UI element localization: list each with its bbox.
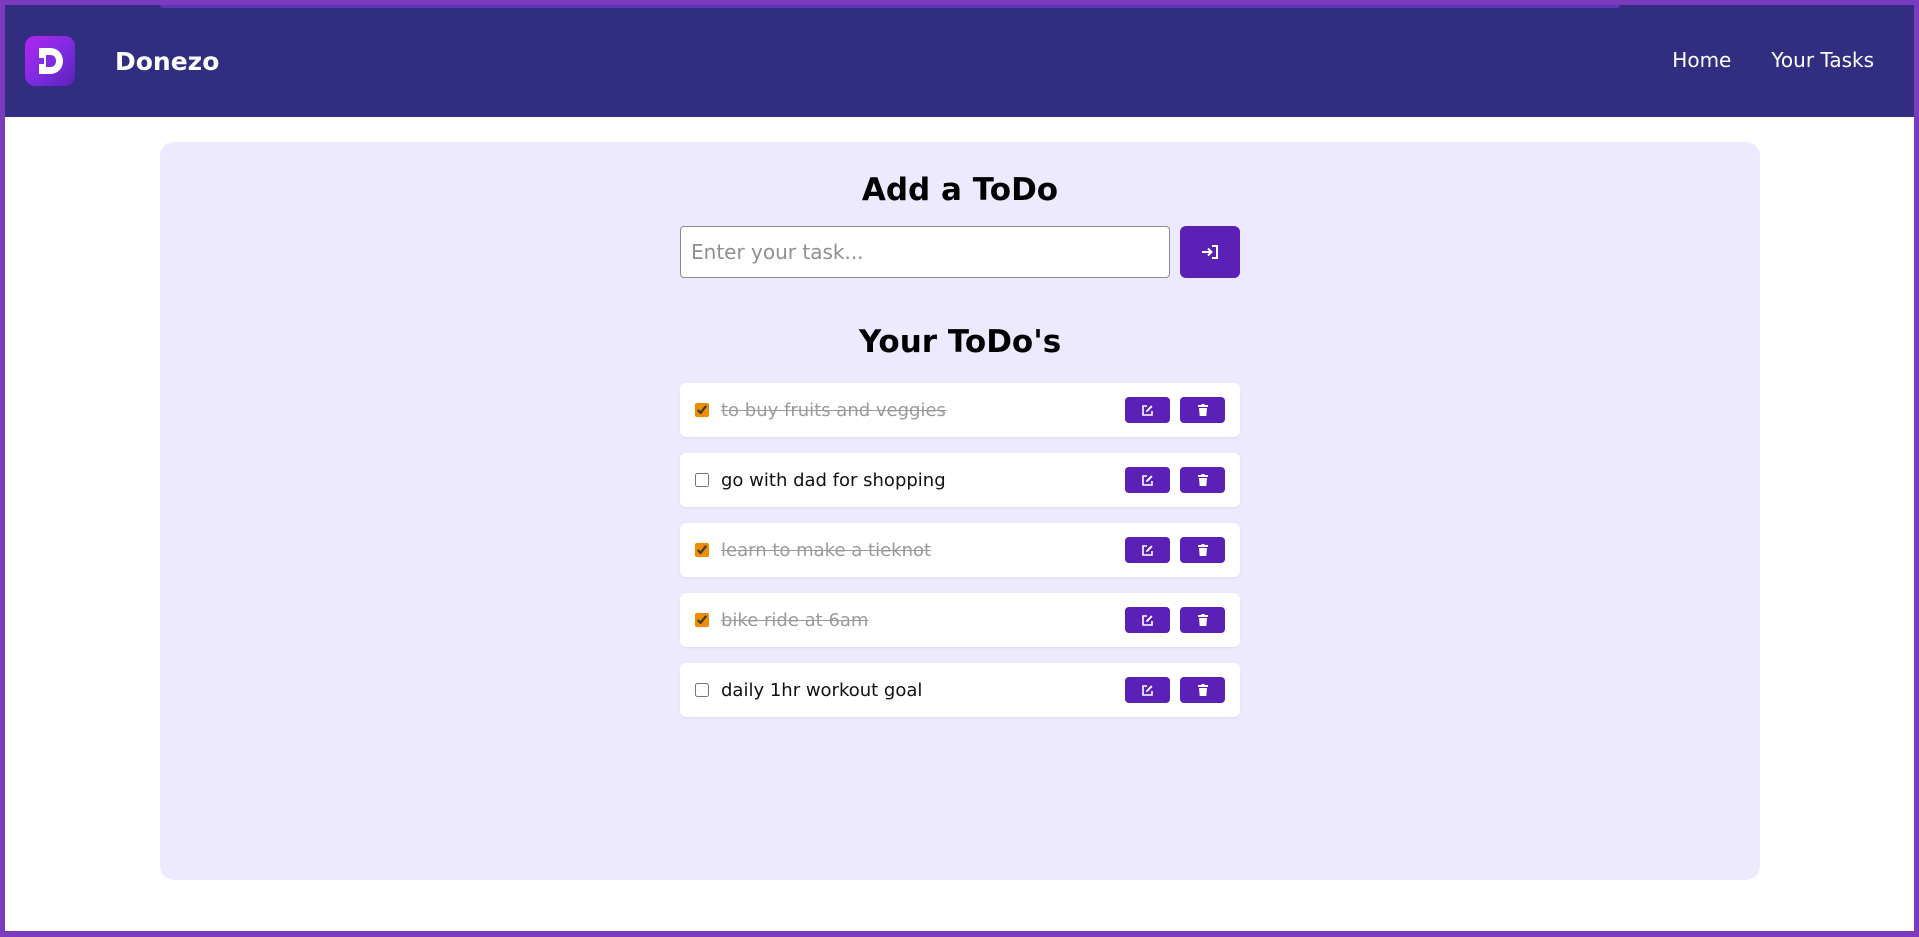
todo-text: learn to make a tieknot: [721, 539, 932, 561]
delete-button[interactable]: [1180, 607, 1225, 633]
add-task-button[interactable]: [1180, 226, 1240, 278]
edit-button[interactable]: [1125, 607, 1170, 633]
todo-checkbox[interactable]: [695, 683, 709, 697]
edit-button[interactable]: [1125, 537, 1170, 563]
task-input[interactable]: [680, 226, 1170, 278]
todo-checkbox[interactable]: [695, 543, 709, 557]
trash-icon: [1197, 614, 1208, 626]
add-todo-heading: Add a ToDo: [861, 172, 1059, 208]
nav-link-your-tasks[interactable]: Your Tasks: [1771, 48, 1874, 72]
logo-d-glyph: [35, 48, 63, 74]
todo-actions: [1125, 467, 1225, 493]
todo-checkbox[interactable]: [695, 613, 709, 627]
todo-checkbox[interactable]: [695, 403, 709, 417]
todo-actions: [1125, 677, 1225, 703]
delete-button[interactable]: [1180, 397, 1225, 423]
todo-text: daily 1hr workout goal: [721, 679, 923, 701]
add-todo-form: [680, 226, 1240, 278]
todo-item: bike ride at 6am: [680, 593, 1240, 647]
edit-icon: [1142, 404, 1153, 416]
trash-icon: [1197, 544, 1208, 556]
trash-icon: [1197, 474, 1208, 486]
todo-text: to buy fruits and veggies: [721, 399, 946, 421]
brand-name: Donezo: [115, 47, 220, 76]
todo-item: go with dad for shopping: [680, 453, 1240, 507]
sign-in-arrow-icon: [1202, 245, 1218, 259]
navbar: Donezo Home Your Tasks: [5, 5, 1914, 117]
todo-item: daily 1hr workout goal: [680, 663, 1240, 717]
todo-text: bike ride at 6am: [721, 609, 869, 631]
trash-icon: [1197, 404, 1208, 416]
edit-icon: [1142, 684, 1153, 696]
todo-text: go with dad for shopping: [721, 469, 946, 491]
todo-item: learn to make a tieknot: [680, 523, 1240, 577]
todo-actions: [1125, 397, 1225, 423]
todo-actions: [1125, 537, 1225, 563]
todo-list: to buy fruits and veggies go with dad fo…: [680, 383, 1240, 733]
edit-button[interactable]: [1125, 467, 1170, 493]
todo-item: to buy fruits and veggies: [680, 383, 1240, 437]
edit-button[interactable]: [1125, 397, 1170, 423]
delete-button[interactable]: [1180, 467, 1225, 493]
app-window: Donezo Home Your Tasks Add a ToDo Your T…: [5, 5, 1914, 931]
edit-button[interactable]: [1125, 677, 1170, 703]
nav-links: Home Your Tasks: [1672, 48, 1874, 72]
logo-icon: [25, 36, 75, 86]
delete-button[interactable]: [1180, 677, 1225, 703]
edit-icon: [1142, 474, 1153, 486]
todo-panel: Add a ToDo Your ToDo's to buy fruits and…: [160, 142, 1760, 880]
todo-checkbox[interactable]: [695, 473, 709, 487]
todo-actions: [1125, 607, 1225, 633]
delete-button[interactable]: [1180, 537, 1225, 563]
top-strip: [160, 5, 1620, 8]
nav-link-home[interactable]: Home: [1672, 48, 1731, 72]
edit-icon: [1142, 614, 1153, 626]
todo-list-heading: Your ToDo's: [858, 324, 1062, 360]
edit-icon: [1142, 544, 1153, 556]
trash-icon: [1197, 684, 1208, 696]
